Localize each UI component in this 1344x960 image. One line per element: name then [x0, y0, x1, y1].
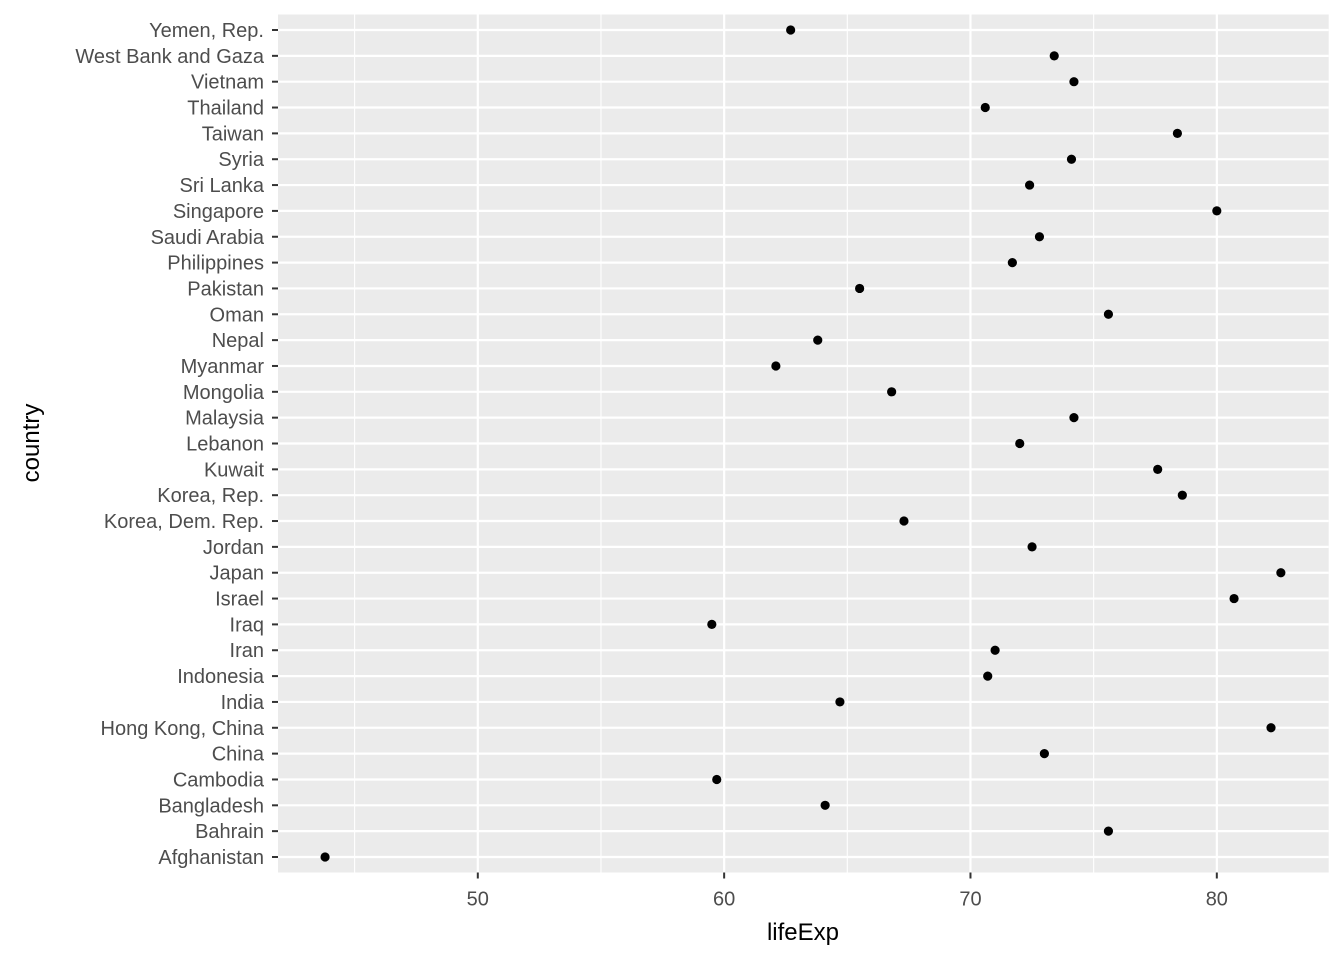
y-tick-label: Mongolia [183, 382, 265, 404]
y-tick-label: Kuwait [204, 459, 264, 481]
y-tick-label: Korea, Rep. [157, 485, 264, 507]
data-point [712, 774, 722, 785]
y-tick-label: Iran [230, 640, 264, 662]
x-tick-label: 80 [1206, 889, 1228, 911]
data-point [1015, 438, 1025, 449]
data-point [1103, 826, 1114, 836]
y-tick-label: Iraq [230, 614, 264, 636]
y-tick-label: Lebanon [186, 434, 264, 456]
y-tick-label: Yemen, Rep. [149, 20, 264, 42]
y-tick-label: Israel [215, 589, 264, 611]
data-point [1229, 593, 1239, 604]
data-point [320, 852, 330, 862]
y-tick-label: China [212, 744, 265, 766]
data-point [1024, 180, 1035, 190]
chart: Afghanistan Bahrain Bangladesh Cambodia Chin… [18, 14, 1329, 946]
y-tick-label: Saudi Arabia [151, 227, 265, 249]
y-tick-label: India [221, 692, 265, 714]
x-tick-label: 50 [467, 889, 489, 911]
data-point [980, 102, 990, 113]
data-point [855, 283, 865, 294]
data-point [1266, 723, 1276, 733]
data-point [1034, 232, 1045, 242]
data-point [899, 516, 909, 526]
y-tick-label: Bahrain [195, 821, 264, 843]
data-point [1039, 749, 1049, 759]
x-tick-label: 70 [959, 889, 981, 911]
y-tick-label: Singapore [173, 201, 264, 223]
data-point [1172, 128, 1182, 138]
y-axis-title: country [18, 404, 45, 483]
data-point [1069, 77, 1079, 87]
y-tick-label: Thailand [187, 98, 264, 120]
y-tick-label: Philippines [167, 253, 264, 275]
x-axis-title: lifeExp [767, 919, 839, 946]
data-point [820, 800, 830, 810]
data-point [786, 25, 796, 35]
y-tick-label: Indonesia [177, 666, 265, 688]
data-point [983, 671, 993, 681]
data-point [771, 361, 781, 371]
y-tick-label: Bangladesh [158, 795, 264, 817]
data-point [1049, 51, 1059, 61]
data-point [835, 697, 845, 707]
data-point [1103, 309, 1114, 319]
data-point [813, 335, 823, 345]
data-point [990, 645, 1000, 655]
y-tick-label: Nepal [212, 330, 264, 352]
data-point [1177, 490, 1187, 500]
y-tick-label: Korea, Dem. Rep. [104, 511, 264, 533]
data-point [1212, 206, 1222, 216]
y-tick-label: Malaysia [185, 408, 265, 430]
y-tick-label: Vietnam [191, 72, 264, 94]
y-tick-label: Taiwan [202, 123, 264, 145]
data-point [1066, 154, 1077, 164]
y-tick-label: Japan [210, 563, 265, 585]
y-tick-label: Myanmar [181, 356, 265, 378]
x-axis: 50 60 70 80 [467, 872, 1228, 911]
data-point [1276, 568, 1286, 578]
data-point [1027, 542, 1037, 552]
y-tick-label: Syria [218, 149, 264, 171]
x-tick-label: 60 [713, 889, 735, 911]
y-tick-label: West Bank and Gaza [75, 46, 265, 68]
y-tick-label: Afghanistan [158, 847, 264, 869]
data-point [887, 387, 897, 397]
data-point [707, 619, 717, 630]
y-tick-label: Sri Lanka [180, 175, 265, 197]
y-tick-label: Hong Kong, China [101, 718, 265, 740]
y-tick-label: Pakistan [187, 278, 264, 300]
data-point [1069, 413, 1079, 423]
y-tick-label: Oman [210, 304, 264, 326]
y-axis: Afghanistan Bahrain Bangladesh Cambodia Chin… [75, 20, 278, 869]
y-tick-label: Cambodia [173, 769, 265, 791]
y-tick-label: Jordan [203, 537, 264, 559]
data-point [1153, 464, 1163, 474]
data-point [1007, 257, 1017, 268]
